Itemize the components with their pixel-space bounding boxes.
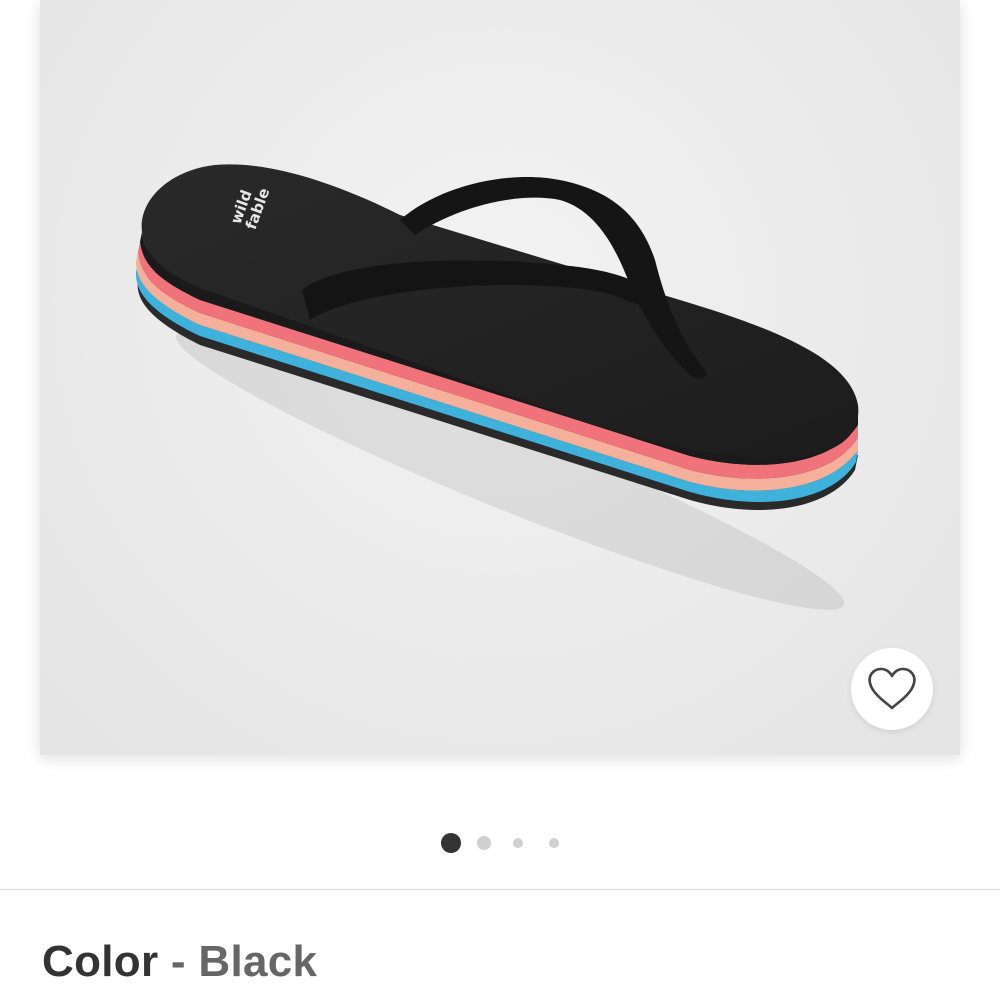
pagination-dot-active[interactable]: [441, 833, 461, 853]
product-image-carousel[interactable]: wild fable: [40, 0, 960, 755]
favorite-button[interactable]: [851, 648, 933, 730]
pagination-dot[interactable]: [477, 836, 491, 850]
product-image: wild fable: [135, 164, 859, 610]
pagination-dot[interactable]: [549, 838, 559, 848]
heart-outline-icon: [868, 667, 916, 710]
selected-color-value: Black: [198, 937, 318, 986]
color-label: Color: [42, 937, 159, 986]
color-separator: -: [158, 937, 199, 986]
image-pagination: [0, 832, 1000, 854]
pagination-dot[interactable]: [513, 838, 523, 848]
color-selector-heading: Color - Black: [42, 936, 317, 988]
product-detail-page: wild fable Color - Black: [0, 0, 1000, 1000]
section-divider: [0, 889, 1000, 890]
